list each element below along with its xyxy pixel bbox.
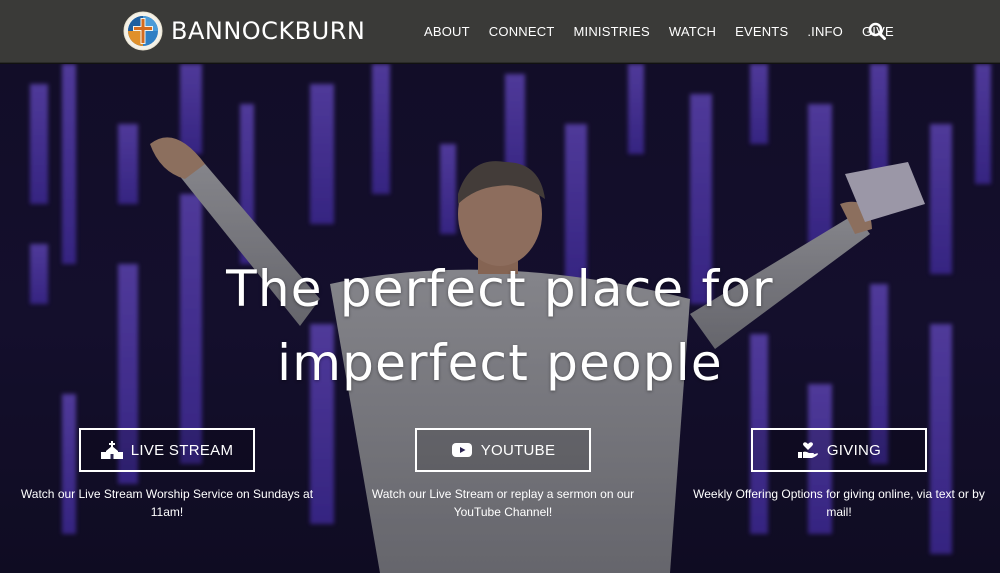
youtube-description: Watch our Live Stream or replay a sermon… — [371, 487, 635, 519]
youtube-button[interactable]: YOUTUBE — [415, 428, 591, 472]
nav-info[interactable]: .INFO — [807, 24, 843, 39]
live-stream-description: Watch our Live Stream Worship Service on… — [20, 487, 314, 519]
nav-events[interactable]: EVENTS — [735, 24, 788, 39]
nav-connect[interactable]: CONNECT — [489, 24, 555, 39]
youtube-label: YOUTUBE — [480, 441, 556, 459]
giving-card: GIVING Weekly Offering Options for givin… — [689, 428, 989, 521]
giving-description: Weekly Offering Options for giving onlin… — [693, 487, 985, 519]
site-header: BANNOCKBURN ABOUT CONNECT MINISTRIES WAT… — [0, 0, 1000, 63]
hand-heart-icon — [797, 442, 818, 458]
live-stream-label: LIVE STREAM — [130, 441, 234, 459]
youtube-card: YOUTUBE Watch our Live Stream or replay … — [353, 428, 653, 521]
church-logo-icon — [123, 11, 163, 51]
nav-watch[interactable]: WATCH — [669, 24, 716, 39]
giving-label: GIVING — [826, 441, 882, 459]
site-logo[interactable]: BANNOCKBURN — [123, 11, 365, 51]
nav-ministries[interactable]: MINISTRIES — [573, 24, 649, 39]
youtube-icon — [451, 443, 472, 457]
live-stream-card: LIVE STREAM Watch our Live Stream Worshi… — [17, 428, 317, 521]
giving-button[interactable]: GIVING — [751, 428, 927, 472]
brand-name: BANNOCKBURN — [171, 17, 366, 45]
nav-about[interactable]: ABOUT — [424, 24, 470, 39]
hero-headline: The perfect place for imperfect people — [0, 252, 1000, 400]
search-icon[interactable] — [868, 22, 886, 40]
headline-line-2: imperfect people — [277, 334, 723, 392]
live-stream-button[interactable]: LIVE STREAM — [79, 428, 255, 472]
headline-line-1: The perfect place for — [226, 260, 774, 318]
church-icon — [100, 441, 123, 459]
hero-section: The perfect place for imperfect people L… — [0, 64, 1000, 573]
main-nav: ABOUT CONNECT MINISTRIES WATCH EVENTS .I… — [424, 0, 894, 63]
